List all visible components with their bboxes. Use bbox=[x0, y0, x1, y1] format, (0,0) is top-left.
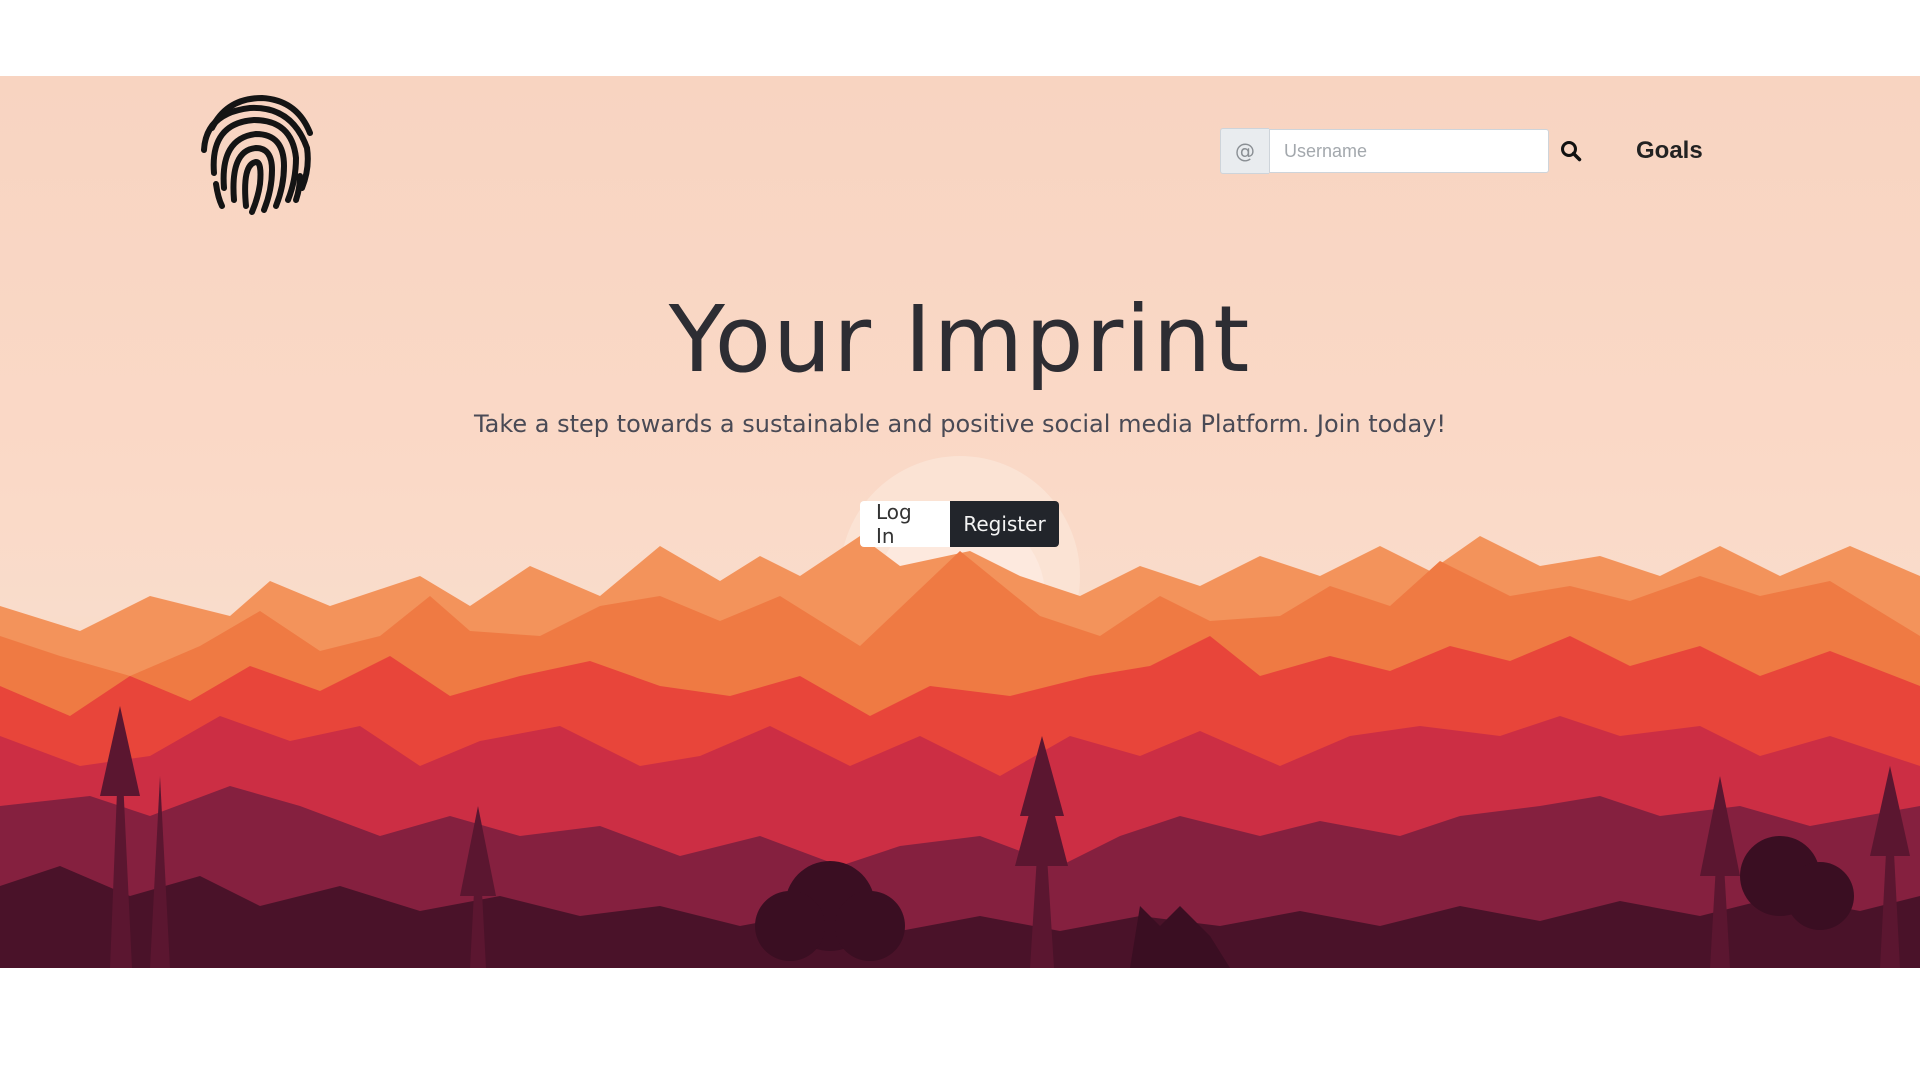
page-title: Your Imprint bbox=[668, 286, 1252, 393]
register-button[interactable]: Register bbox=[950, 501, 1059, 547]
fingerprint-icon[interactable] bbox=[192, 88, 322, 218]
auth-button-group: Log In Register bbox=[860, 500, 1059, 548]
search-button[interactable] bbox=[1553, 129, 1589, 173]
username-search-group: @ bbox=[1220, 128, 1589, 174]
username-search-input[interactable] bbox=[1269, 129, 1549, 173]
nav-goals-link[interactable]: Goals bbox=[1636, 134, 1703, 168]
hero-banner: @ Goals Your Imprint Take a step towards… bbox=[0, 76, 1920, 968]
login-button[interactable]: Log In bbox=[860, 500, 950, 548]
hero-subtitle: Take a step towards a sustainable and po… bbox=[473, 410, 1447, 438]
search-icon bbox=[1561, 141, 1582, 162]
at-sign-addon: @ bbox=[1220, 128, 1269, 174]
